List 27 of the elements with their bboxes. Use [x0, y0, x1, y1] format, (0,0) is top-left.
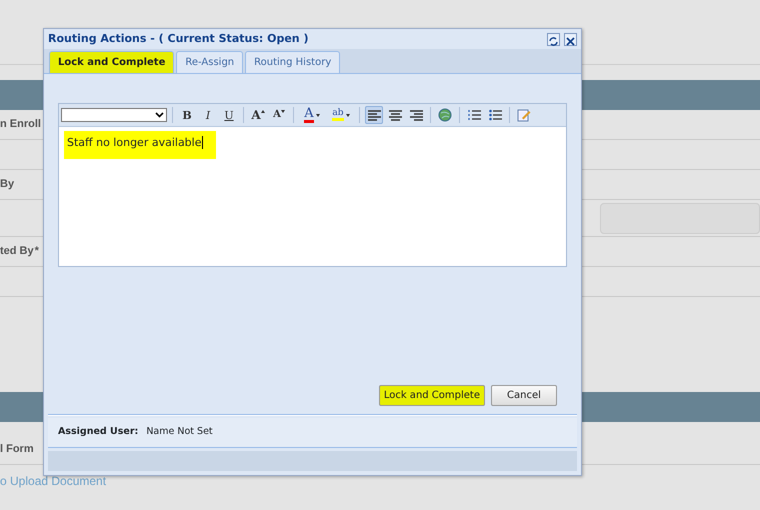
editor-text[interactable]: Staff no longer available	[64, 131, 216, 159]
bold-button[interactable]: B	[178, 106, 196, 124]
tab[interactable]: Re-Assign	[176, 51, 244, 73]
assigned-user-value: Name Not Set	[146, 425, 213, 440]
align-left-icon[interactable]	[365, 106, 383, 124]
form-label: By	[0, 177, 14, 192]
tab[interactable]: Routing History	[245, 51, 340, 73]
close-icon[interactable]	[564, 32, 577, 46]
required-mark: *	[34, 244, 39, 260]
font-select[interactable]	[61, 108, 167, 122]
refresh-icon[interactable]	[547, 32, 560, 46]
underline-button[interactable]: U	[220, 106, 238, 124]
font-color-button[interactable]: A	[299, 106, 325, 124]
lock-and-complete-button[interactable]: Lock and Complete	[378, 385, 485, 406]
assigned-user-label: Assigned User:	[58, 425, 138, 440]
cancel-button[interactable]: Cancel	[491, 385, 557, 406]
form-label: n Enroll	[0, 117, 41, 132]
form-label: l Form	[0, 442, 34, 458]
globe-icon[interactable]	[436, 106, 454, 124]
tab[interactable]: Lock and Complete	[49, 51, 174, 73]
form-label: ted By	[0, 244, 34, 260]
italic-button[interactable]: I	[199, 106, 217, 124]
font-shrink-button[interactable]: A	[270, 106, 288, 124]
font-grow-button[interactable]: A	[249, 106, 267, 124]
caret-icon	[155, 112, 164, 118]
dialog-title: Routing Actions - ( Current Status: Open )	[48, 30, 308, 47]
highlight-color-button[interactable]: ab	[328, 106, 354, 124]
